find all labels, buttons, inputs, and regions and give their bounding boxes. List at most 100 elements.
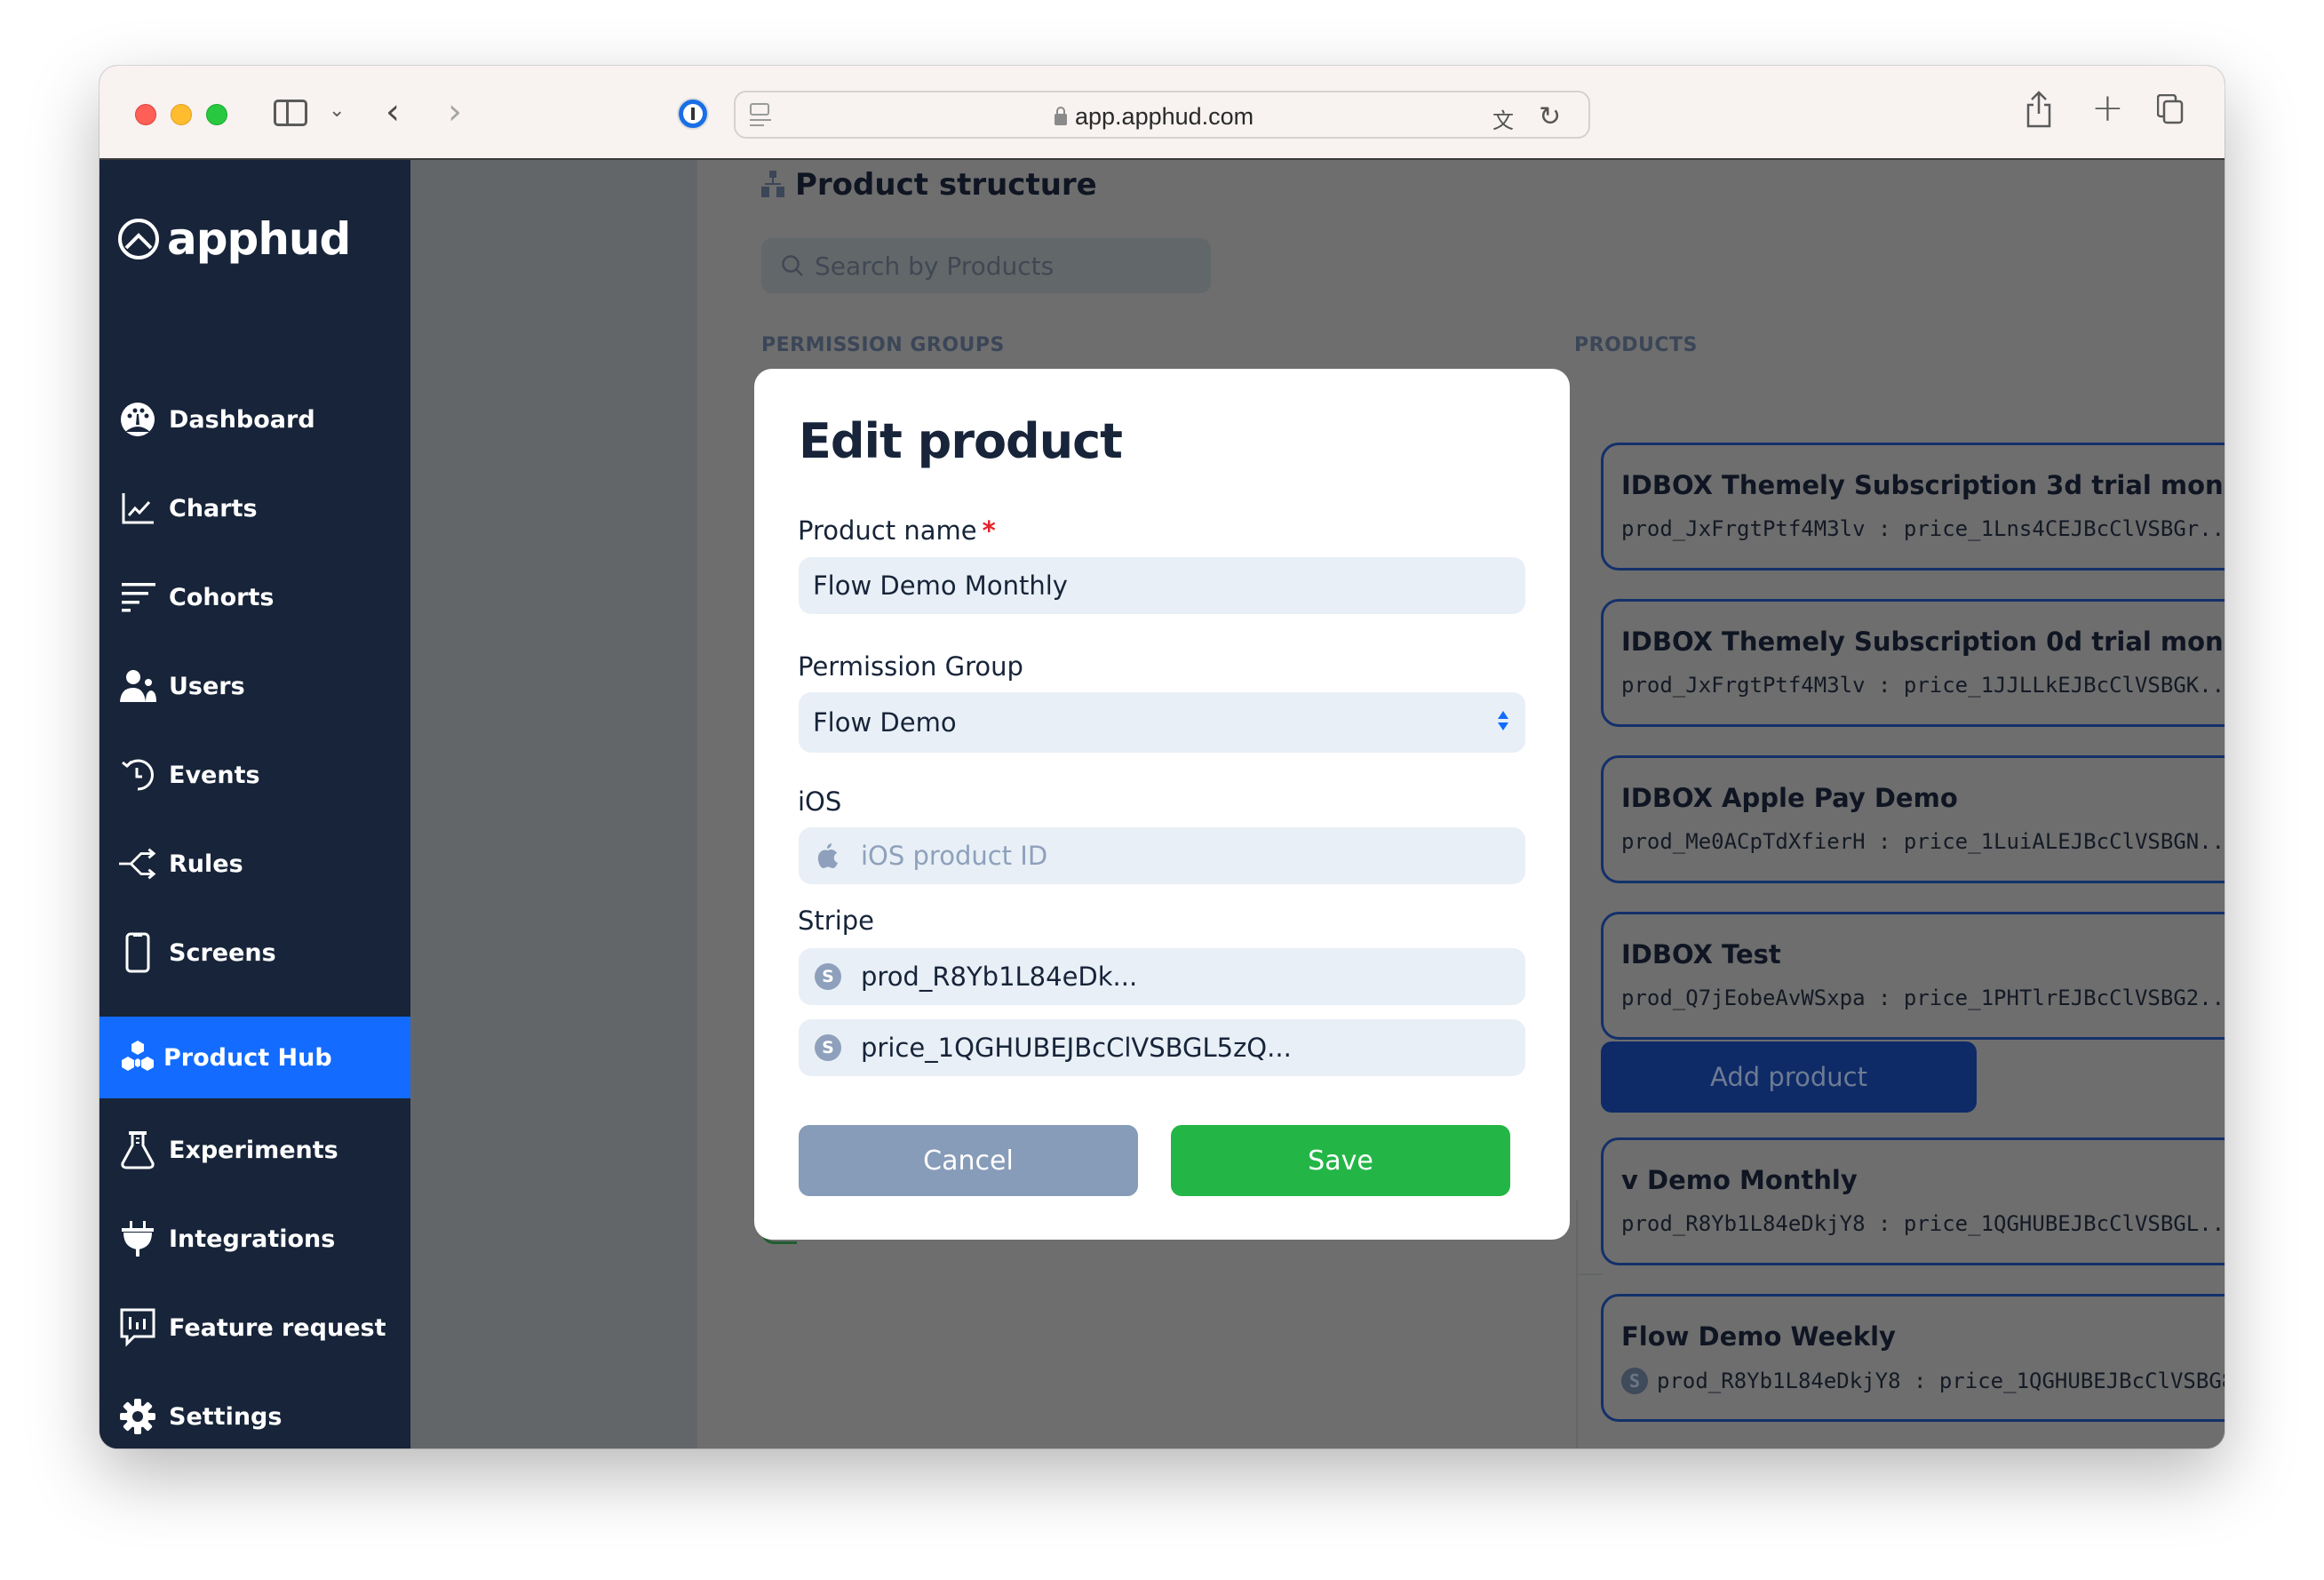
share-icon[interactable] [2026,91,2052,128]
close-window-button[interactable] [135,104,156,125]
products-label: PRODUCTS [1574,334,1698,356]
chevron-down-icon[interactable]: ⌄ [329,101,345,121]
product-name-label: Product name * [798,515,996,546]
sidebar-item-label: Charts [169,494,258,523]
reload-icon[interactable]: ↻ [1539,101,1561,132]
logo-text: apphud [167,213,351,265]
sidebar-item-events[interactable]: Events [99,734,410,816]
required-marker: * [982,515,996,546]
permission-group-label: Permission Group [798,651,1023,682]
product-name-input[interactable]: Flow Demo Monthly [799,557,1525,614]
sidebar: apphud Dashboard Charts Cohorts Users Ev… [99,160,410,1448]
translate-icon[interactable]: ⽂ [1492,103,1514,134]
branch-arrows-icon [119,845,156,882]
new-tab-icon[interactable]: + [2091,89,2124,128]
permission-group-select[interactable]: Flow Demo [799,692,1525,753]
secondary-panel-overlay [410,160,697,1448]
browser-titlebar: ⌄ ‹ › app.apphud.com ⽂ ↻ + [99,66,2225,160]
page-title-text: Product structure [795,167,1097,203]
phone-icon [119,932,156,973]
sidebar-item-integrations[interactable]: Integrations [99,1198,410,1280]
cohorts-bars-icon [119,579,156,616]
gear-icon [119,1398,156,1435]
sidebar-item-label: Users [169,672,245,700]
users-icon [119,667,156,705]
product-ids: prod_Me0ACpTdXfierH : price_1LuiALEJBcCl… [1621,829,2225,854]
sidebar-item-label: Experiments [169,1136,338,1164]
sidebar-item-charts[interactable]: Charts [99,467,410,549]
select-caret-icon [1498,711,1508,730]
product-card[interactable]: IDBOX Test prod_Q7jEobeAvWSxpa : price_1… [1601,912,2225,1040]
modal-title: Edit product [799,413,1123,469]
sidebar-item-settings[interactable]: Settings [99,1376,410,1448]
product-ids: prod_Q7jEobeAvWSxpa : price_1PHTlrEJBcCl… [1621,986,2225,1010]
sidebar-toggle-icon[interactable] [274,100,307,126]
edit-product-modal: Edit product Product name * Flow Demo Mon… [754,369,1570,1240]
tree-connector [1576,1273,1603,1275]
search-icon [782,255,803,276]
feedback-chart-icon [119,1308,156,1347]
maximize-window-button[interactable] [206,104,227,125]
sidebar-item-label: Feature request [169,1313,386,1342]
product-name: Flow Demo Weekly [1621,1321,1896,1352]
address-bar[interactable]: app.apphud.com ⽂ ↻ [734,91,1590,139]
product-card[interactable]: Flow Demo Weekly S prod_R8Yb1L84eDkjY8 :… [1601,1294,2225,1422]
apple-icon [813,843,843,868]
search-products-input[interactable]: Search by Products [761,238,1211,293]
url-text[interactable]: app.apphud.com [1075,103,1254,131]
sidebar-item-label: Product Hub [163,1043,332,1072]
sidebar-item-label: Dashboard [169,405,315,434]
product-name: IDBOX Themely Subscription 0d trial mon.… [1621,626,2225,657]
add-product-button[interactable]: Add product [1601,1041,1977,1113]
reader-mode-icon[interactable] [750,103,771,128]
product-ids: S prod_R8Yb1L84eDkjY8 : price_1QGHUBEJBc… [1621,1368,2225,1394]
sidebar-item-label: Settings [169,1402,283,1431]
ios-product-id-input[interactable]: iOS product ID [799,827,1525,884]
ios-label: iOS [798,786,842,817]
product-card[interactable]: IDBOX Themely Subscription 0d trial mon.… [1601,599,2225,727]
browser-window: ⌄ ‹ › app.apphud.com ⽂ ↻ + apphud Dashbo… [99,66,2225,1448]
minimize-window-button[interactable] [171,104,192,125]
back-arrow-icon[interactable]: ‹ [386,94,400,130]
tab-overview-icon[interactable] [2157,94,2184,124]
stripe-label: Stripe [798,906,875,936]
product-ids: prod_JxFrgtPtf4M3lv : price_1Lns4CEJBcCl… [1621,516,2225,541]
sidebar-item-screens[interactable]: Screens [99,912,410,993]
sidebar-item-label: Rules [169,850,243,878]
stripe-price-id-input[interactable]: S price_1QGHUBEJBcClVSBGL5zQ... [799,1019,1525,1076]
plug-icon [119,1220,156,1257]
cancel-button[interactable]: Cancel [799,1125,1138,1196]
product-card[interactable]: IDBOX Themely Subscription 3d trial mon.… [1601,443,2225,571]
product-name: IDBOX Test [1621,939,1781,970]
history-icon [119,756,156,794]
permission-groups-label: PERMISSION GROUPS [761,334,1005,356]
page-title: Product structure [761,167,1097,203]
apphud-logo[interactable]: apphud [117,213,351,265]
product-card[interactable]: v Demo Monthly prod_R8Yb1L84eDkjY8 : pri… [1601,1137,2225,1265]
save-button[interactable]: Save [1171,1125,1510,1196]
product-ids: prod_R8Yb1L84eDkjY8 : price_1QGHUBEJBcCl… [1621,1211,2225,1236]
sidebar-item-users[interactable]: Users [99,645,410,727]
forward-arrow-icon[interactable]: › [448,94,462,130]
sidebar-item-label: Integrations [169,1225,336,1253]
password-manager-icon[interactable] [679,100,707,128]
tree-connector [1576,1200,1578,1448]
sidebar-item-rules[interactable]: Rules [99,823,410,905]
sidebar-item-dashboard[interactable]: Dashboard [99,379,410,460]
product-name: v Demo Monthly [1621,1165,1858,1195]
product-name: IDBOX Themely Subscription 3d trial mon.… [1621,470,2225,500]
sidebar-item-cohorts[interactable]: Cohorts [99,556,410,638]
hierarchy-icon [761,171,784,197]
stripe-product-id-input[interactable]: S prod_R8Yb1L84eDk... [799,948,1525,1005]
product-ids: prod_JxFrgtPtf4M3lv : price_1JJLLkEJBcCl… [1621,673,2225,698]
cubes-icon [119,1039,156,1076]
flask-icon [119,1131,156,1169]
sidebar-item-feature-request[interactable]: Feature request [99,1287,410,1369]
sidebar-item-experiments[interactable]: Experiments [99,1109,410,1191]
product-card[interactable]: IDBOX Apple Pay Demo prod_Me0ACpTdXfierH… [1601,755,2225,883]
search-placeholder: Search by Products [815,251,1055,281]
sidebar-item-product-hub[interactable]: Product Hub [99,1017,410,1098]
stripe-icon: S [1621,1368,1648,1394]
sidebar-item-label: Screens [169,938,276,967]
stripe-icon: S [815,1034,841,1061]
